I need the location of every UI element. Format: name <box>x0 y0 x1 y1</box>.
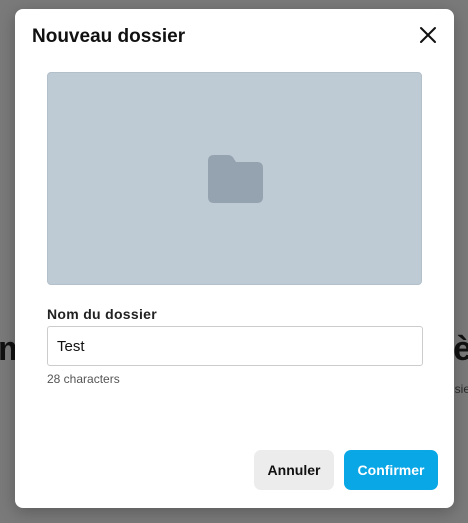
dialog-title: Nouveau dossier <box>32 26 186 47</box>
close-icon <box>420 27 436 43</box>
close-button[interactable] <box>416 23 440 47</box>
new-folder-dialog: Nouveau dossier Nom du dossier 28 charac… <box>15 9 454 508</box>
folder-name-input[interactable] <box>47 326 423 366</box>
confirm-button[interactable]: Confirmer <box>344 450 438 490</box>
folder-preview <box>47 72 422 285</box>
folder-name-label: Nom du dossier <box>47 306 157 322</box>
character-count: 28 characters <box>47 372 120 386</box>
folder-icon <box>208 155 263 203</box>
cancel-button[interactable]: Annuler <box>254 450 334 490</box>
